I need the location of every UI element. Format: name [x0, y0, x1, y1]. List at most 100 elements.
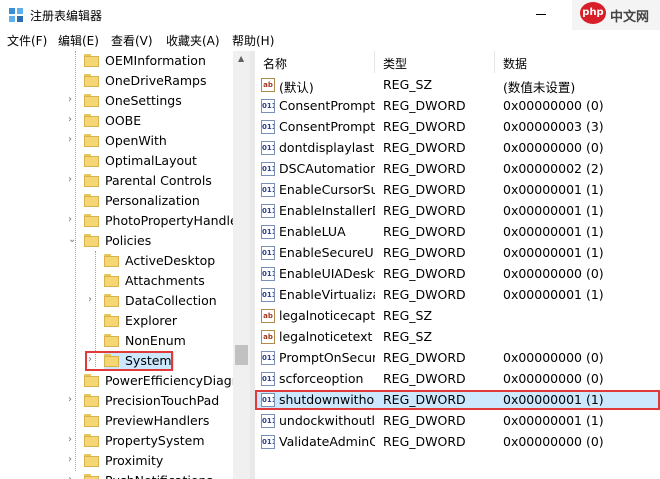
tree-item-label: Proximity [105, 453, 164, 468]
tree-item[interactable]: PreviewHandlers [0, 411, 234, 431]
tree-item[interactable]: Personalization [0, 191, 234, 211]
value-row[interactable]: 011 dontdisplaylastusername REG_DWORD 0x000… [255, 138, 660, 158]
expand-chevron-icon[interactable]: › [68, 115, 78, 125]
value-row[interactable]: ab (默认) REG_SZ (数值未设置) [255, 75, 660, 95]
value-name: (默认) [279, 80, 314, 95]
value-row[interactable]: 011 EnableSecureUIAPaths REG_DWORD 0x000000… [255, 243, 660, 263]
scroll-up-icon[interactable]: ▲ [238, 54, 244, 63]
expand-chevron-icon[interactable]: › [68, 95, 78, 105]
tree-item[interactable]: › DataCollection [0, 291, 234, 311]
tree-item-label: PowerEfficiencyDiagnostics [105, 373, 250, 388]
value-type: REG_DWORD [383, 266, 466, 281]
value-row[interactable]: 011 EnableVirtualization REG_DWORD 0x000000… [255, 285, 660, 305]
tree-item-label: NonEnum [125, 333, 186, 348]
tree-item[interactable]: › PhotoPropertyHandler [0, 211, 243, 231]
value-row[interactable]: 011 ValidateAdminCodeSignatures REG_DWORD 0… [255, 432, 660, 452]
value-data: 0x00000001 (1) [503, 413, 604, 428]
folder-icon [84, 474, 99, 479]
folder-icon [84, 114, 99, 127]
value-data: 0x00000000 (0) [503, 266, 604, 281]
tree-item[interactable]: › PrecisionTouchPad [0, 391, 234, 411]
value-row[interactable]: 011 PromptOnSecureDesktop REG_DWORD 0x00000… [255, 348, 660, 368]
expand-chevron-icon[interactable]: › [68, 215, 78, 225]
tree-scrollbar[interactable]: ▲ [233, 51, 250, 479]
menu-favorites[interactable]: 收藏夹(A) [166, 32, 220, 49]
expand-chevron-icon[interactable]: › [68, 175, 78, 185]
value-type: REG_SZ [383, 308, 433, 323]
tree-item[interactable]: NonEnum [0, 331, 234, 351]
column-header-type[interactable]: 类型 [375, 51, 495, 73]
value-name: shutdownwithoutlogon [279, 392, 375, 407]
tree-item[interactable]: PowerEfficiencyDiagnostics [0, 371, 250, 391]
tree-item[interactable]: › System [0, 351, 234, 371]
tree-item[interactable]: › Proximity [0, 451, 234, 471]
tree-item[interactable]: OptimalLayout [0, 151, 234, 171]
value-name: EnableLUA [279, 224, 346, 239]
binary-value-icon: 011 [261, 225, 275, 239]
value-row[interactable]: 011 EnableCursorSuppression REG_DWORD 0x000… [255, 180, 660, 200]
tree-item-label: OOBE [105, 113, 142, 128]
folder-icon [84, 174, 99, 187]
menu-view[interactable]: 查看(V) [111, 32, 153, 49]
expand-chevron-icon[interactable]: › [68, 455, 78, 465]
folder-icon [104, 334, 119, 347]
value-data: 0x00000000 (0) [503, 140, 604, 155]
tree-item[interactable]: › Parental Controls [0, 171, 234, 191]
value-row[interactable]: 011 undockwithoutlogon REG_DWORD 0x00000001… [255, 411, 660, 431]
tree-item[interactable]: OEMInformation [0, 51, 234, 71]
binary-value-icon: 011 [261, 372, 275, 386]
value-type: REG_DWORD [383, 140, 466, 155]
value-type: REG_DWORD [383, 245, 466, 260]
menu-edit[interactable]: 编辑(E) [58, 32, 99, 49]
binary-value-icon: 011 [261, 414, 275, 428]
tree-item[interactable]: Attachments [0, 271, 234, 291]
value-row[interactable]: 011 DSCAutomationHostEnabled REG_DWORD 0x00… [255, 159, 660, 179]
value-row[interactable]: 011 ConsentPromptBehaviorAdmin REG_DWORD 0x… [255, 96, 660, 116]
expand-chevron-icon[interactable]: › [68, 435, 78, 445]
value-name: EnableVirtualization [279, 287, 375, 302]
value-type: REG_DWORD [383, 224, 466, 239]
value-name: ConsentPromptBehaviorAdmin [279, 98, 375, 113]
value-data: 0x00000000 (0) [503, 371, 604, 386]
tree-item[interactable]: › PushNotifications [0, 471, 234, 479]
value-type: REG_DWORD [383, 287, 466, 302]
tree-item[interactable]: › OpenWith [0, 131, 234, 151]
binary-value-icon: 011 [261, 99, 275, 113]
key-tree[interactable]: OEMInformation OneDriveRamps › OneSettings ›… [0, 51, 250, 479]
value-type: REG_SZ [383, 77, 433, 92]
value-list[interactable]: 名称 类型 数据 ab (默认) REG_SZ (数值未设置) 011 ConsentPr… [255, 51, 660, 479]
tree-item[interactable]: › OOBE [0, 111, 234, 131]
value-row[interactable]: 011 scforceoption REG_DWORD 0x00000000 (0) [255, 369, 660, 389]
column-header-data[interactable]: 数据 [495, 51, 660, 73]
tree-item[interactable]: ActiveDesktop [0, 251, 234, 271]
tree-item[interactable]: › PropertySystem [0, 431, 234, 451]
value-row[interactable]: 011 EnableUIADesktopToggle REG_DWORD 0x0000… [255, 264, 660, 284]
value-row[interactable]: ab legalnoticetext REG_SZ [255, 327, 660, 347]
folder-icon [104, 274, 119, 287]
tree-item[interactable]: Explorer [0, 311, 234, 331]
folder-icon [84, 414, 99, 427]
expand-chevron-icon[interactable]: › [88, 295, 98, 305]
value-row[interactable]: 011 EnableInstallerDetection REG_DWORD 0x00… [255, 201, 660, 221]
menu-help[interactable]: 帮助(H) [232, 32, 274, 49]
value-row[interactable]: ab legalnoticecaption REG_SZ [255, 306, 660, 326]
tree-item[interactable]: › OneSettings [0, 91, 234, 111]
value-row[interactable]: 011 shutdownwithoutlogon REG_DWORD 0x000000… [255, 390, 660, 410]
expand-chevron-icon[interactable]: › [68, 395, 78, 405]
folder-icon [84, 214, 99, 227]
minimize-button[interactable] [518, 0, 562, 30]
tree-item[interactable]: OneDriveRamps [0, 71, 234, 91]
tree-item-label: OEMInformation [105, 53, 206, 68]
scroll-thumb[interactable] [235, 345, 248, 365]
value-row[interactable]: 011 ConsentPromptBehaviorUser REG_DWORD 0x0… [255, 117, 660, 137]
value-row[interactable]: 011 EnableLUA REG_DWORD 0x00000001 (1) [255, 222, 660, 242]
menu-file[interactable]: 文件(F) [7, 32, 47, 49]
binary-value-icon: 011 [261, 120, 275, 134]
column-header-name[interactable]: 名称 [255, 51, 375, 73]
expand-chevron-icon[interactable]: › [88, 355, 98, 365]
folder-icon [84, 194, 99, 207]
expand-chevron-icon[interactable]: › [68, 135, 78, 145]
collapse-chevron-icon[interactable]: ⌄ [68, 235, 78, 245]
expand-chevron-icon[interactable]: › [68, 475, 78, 479]
tree-item[interactable]: ⌄ Policies [0, 231, 234, 251]
